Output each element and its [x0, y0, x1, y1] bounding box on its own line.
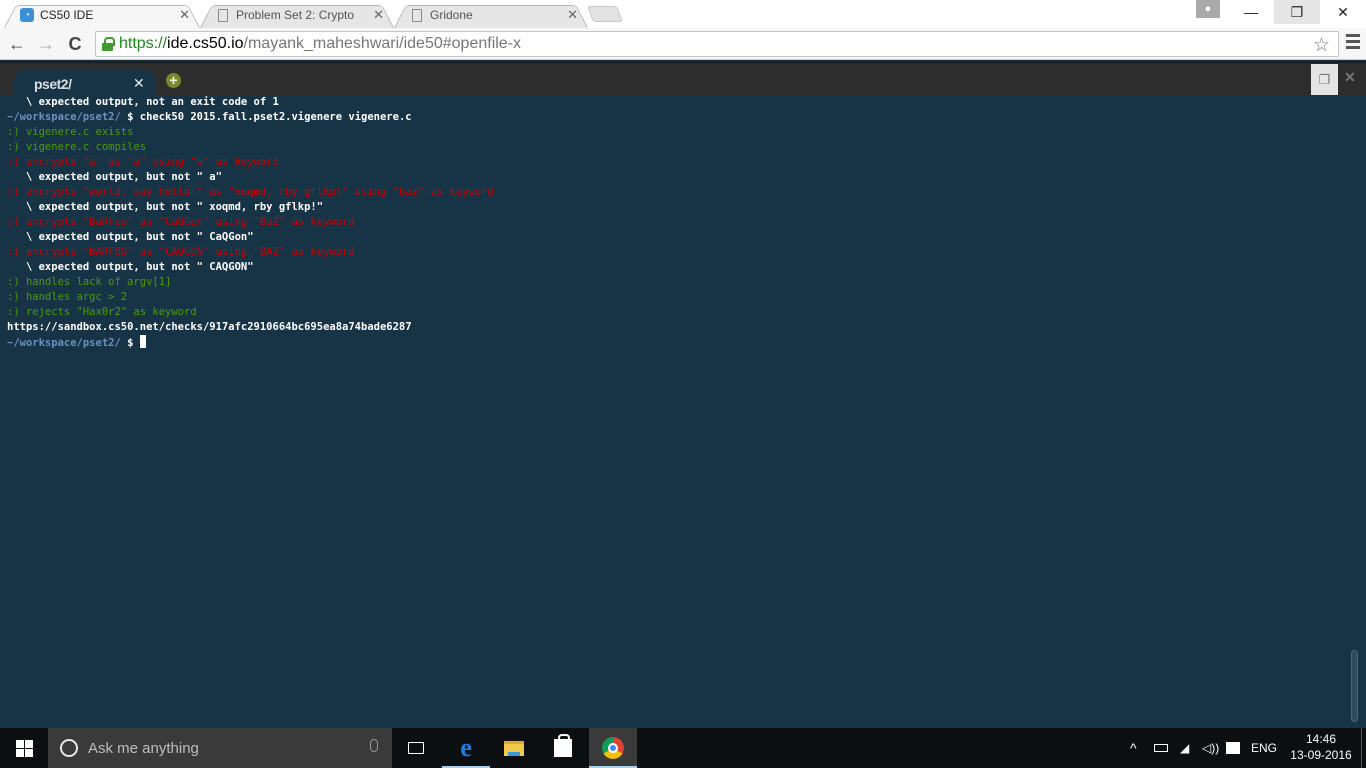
forward-button[interactable]: →: [34, 32, 58, 56]
shell-prompt: ~/workspace/pset2/: [7, 337, 121, 349]
browser-tab-gridone[interactable]: Gridone ✕: [394, 2, 588, 29]
terminal-line: \ expected output, but not " a": [7, 171, 222, 183]
terminal-cursor: [139, 335, 146, 348]
terminal-line: :( encrypts "BaRFoo" as "CaQGon" using "…: [7, 216, 355, 228]
url-path: /mayank_maheshwari/ide50#openfile-x: [243, 35, 522, 52]
terminal-line: https://sandbox.cs50.net/checks/917afc29…: [7, 321, 412, 333]
windows-logo-icon: [15, 739, 33, 757]
profile-button[interactable]: ●: [1196, 0, 1220, 18]
browser-tab-cs50-ide[interactable]: ◔ CS50 IDE ✕: [4, 2, 200, 29]
page-icon: [412, 8, 422, 22]
tab-title: Problem Set 2: Crypto: [236, 8, 355, 22]
window-controls: — ❐ ✕: [1228, 0, 1366, 24]
tab-title: CS50 IDE: [40, 8, 94, 22]
terminal-scrollbar[interactable]: [1351, 650, 1358, 722]
browser-toolbar: ← → C https://ide.cs50.io/mayank_maheshw…: [0, 28, 1366, 60]
system-clock[interactable]: 14:46 13-09-2016: [1286, 731, 1356, 763]
url-scheme: https://: [119, 35, 168, 52]
restore-button[interactable]: ❐: [1274, 0, 1320, 24]
cs50-favicon-icon: ◔: [20, 8, 34, 22]
windows-taskbar: Ask me anything e ^ ◢ ◁)) ENG 14:46 13-0…: [0, 728, 1366, 768]
chevron-up-icon: ^: [1130, 740, 1137, 756]
shell-prompt: ~/workspace/pset2/: [7, 111, 121, 123]
battery-icon[interactable]: [1154, 728, 1168, 768]
url-host: ide.cs50.io: [167, 35, 244, 52]
wifi-icon[interactable]: ◢: [1180, 728, 1189, 768]
show-desktop-button[interactable]: [1361, 728, 1366, 768]
chrome-menu-icon[interactable]: [1346, 34, 1360, 49]
terminal-line: \ expected output, not an exit code of 1: [7, 96, 279, 108]
edge-button[interactable]: e: [442, 728, 490, 768]
lock-icon: [102, 37, 115, 51]
action-center-icon[interactable]: [1226, 728, 1240, 768]
ide-tab-close-icon[interactable]: ✕: [133, 75, 145, 92]
terminal-line: :) rejects "Hax0r2" as keyword: [7, 306, 197, 318]
ide-tab-title: pset2/: [34, 76, 72, 92]
microphone-icon[interactable]: [370, 739, 378, 752]
user-icon: ●: [1204, 3, 1212, 15]
terminal-line: :) handles lack of argv[1]: [7, 276, 172, 288]
ide-tab-bar: pset2/ ✕ + ❐ ✕: [0, 61, 1366, 97]
panel-restore-button[interactable]: ❐: [1311, 64, 1338, 95]
tab-title: Gridone: [430, 8, 473, 22]
cortana-search-box[interactable]: Ask me anything: [48, 728, 392, 768]
store-button[interactable]: [539, 728, 587, 768]
terminal-line: :) vigenere.c exists: [7, 126, 134, 138]
folder-icon: [504, 740, 524, 756]
page-icon: [218, 8, 228, 22]
terminal-line: :) handles argc > 2: [7, 291, 128, 303]
show-hidden-icons-button[interactable]: ^: [1130, 728, 1137, 768]
chrome-taskbar-button[interactable]: [589, 728, 637, 768]
close-window-button[interactable]: ✕: [1320, 0, 1366, 24]
search-placeholder: Ask me anything: [88, 739, 199, 757]
command-text: $ check50 2015.fall.pset2.vigenere vigen…: [120, 111, 412, 123]
clock-time: 14:46: [1305, 732, 1337, 746]
terminal-line: :) vigenere.c compiles: [7, 141, 147, 153]
new-tab-button[interactable]: [587, 6, 623, 22]
chrome-icon: [602, 737, 624, 759]
store-icon: [554, 734, 572, 757]
terminal-line: \ expected output, but not " CaQGon": [7, 231, 254, 243]
terminal-line: :( encrypts "world, say hello!" as "xoqm…: [7, 186, 494, 198]
browser-tab-strip: ◔ CS50 IDE ✕ Problem Set 2: Crypto ✕ Gri…: [0, 0, 1366, 29]
minimize-button[interactable]: —: [1228, 0, 1274, 24]
bookmark-star-icon[interactable]: ☆: [1313, 34, 1330, 57]
browser-tab-problem-set[interactable]: Problem Set 2: Crypto ✕: [200, 2, 394, 29]
tab-close-icon[interactable]: ✕: [179, 7, 190, 23]
file-explorer-button[interactable]: [490, 728, 538, 768]
back-button[interactable]: ←: [5, 32, 29, 56]
edge-icon: e: [460, 733, 472, 762]
clock-date: 13-09-2016: [1290, 748, 1352, 762]
tab-close-icon[interactable]: ✕: [373, 7, 384, 23]
task-view-button[interactable]: [392, 728, 440, 768]
cortana-icon: [60, 739, 78, 757]
prompt-symbol: $: [120, 337, 140, 349]
terminal-line: \ expected output, but not " CAQGON": [7, 261, 254, 273]
terminal-line: ~/workspace/pset2/ $: [7, 335, 1366, 350]
terminal-line: :( encrypts "BARFOO" as "CAQGON" using "…: [7, 246, 355, 258]
terminal[interactable]: \ expected output, not an exit code of 1…: [0, 95, 1366, 728]
panel-close-button[interactable]: ✕: [1344, 69, 1356, 86]
address-bar[interactable]: https://ide.cs50.io/mayank_maheshwari/id…: [95, 31, 1339, 57]
terminal-line: :( encrypts "a" as "a" using "a" as keyw…: [7, 156, 279, 168]
task-view-icon: [408, 742, 424, 754]
terminal-line: \ expected output, but not " xoqmd, rby …: [7, 201, 324, 213]
ide-tab-terminal[interactable]: pset2/ ✕: [14, 69, 156, 97]
terminal-line: ~/workspace/pset2/ $ check50 2015.fall.p…: [7, 110, 1366, 125]
start-button[interactable]: [0, 728, 48, 768]
language-indicator[interactable]: ENG: [1251, 728, 1277, 768]
volume-icon[interactable]: ◁)): [1202, 728, 1219, 768]
add-tab-button[interactable]: +: [166, 73, 181, 88]
reload-button[interactable]: C: [63, 32, 87, 56]
tab-close-icon[interactable]: ✕: [567, 7, 578, 23]
